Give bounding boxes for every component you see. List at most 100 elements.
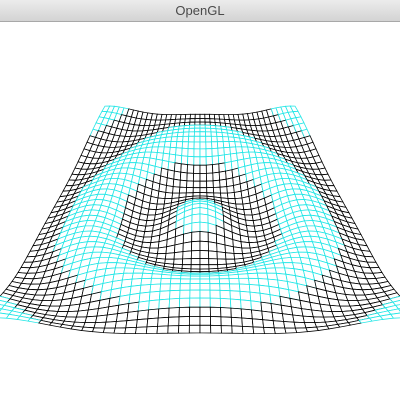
mesh-cell [179,283,191,291]
mesh-cell [135,326,148,335]
mesh-cell [168,307,180,318]
mesh-cell [188,131,195,137]
mesh-cell [147,208,157,216]
mesh-cell [114,262,127,269]
mesh-cell [164,252,175,260]
mesh-cell [199,240,209,252]
mesh-cell [160,273,172,280]
mesh-cell [104,321,117,329]
mesh-cell [145,325,159,334]
mesh-cell [185,187,194,194]
mesh-cell [175,147,183,157]
mesh-cell [159,283,171,292]
mesh-cell [181,147,189,157]
mesh-cell [220,316,233,327]
mesh-cell [315,325,330,331]
mesh-cell [182,250,192,260]
mesh-cell [240,299,252,311]
mesh-cell [229,283,241,292]
mesh-cell [230,316,243,327]
mesh-cell [189,275,201,280]
mesh-cell [105,313,119,323]
mesh-cell [216,251,227,260]
mesh-cell [240,241,251,249]
mesh-cell [216,242,226,254]
mesh-cell [193,141,201,150]
mesh-cell [209,283,221,291]
mesh-cell [216,258,227,266]
mesh-cell [199,231,209,243]
mesh-cell [205,135,213,143]
mesh-cell [174,154,183,165]
mesh-cell [179,179,188,188]
mesh-cell [190,264,201,270]
mesh-cell [284,327,298,334]
mesh-cell [143,230,154,238]
mesh-cell [113,327,127,334]
mesh-cell [251,309,264,321]
mesh-cell [150,277,162,285]
mesh-cell [205,172,214,182]
mesh-cell [81,326,95,333]
mesh-cell [165,185,174,194]
opengl-window: OpenGL [0,0,400,400]
mesh-cell [126,310,139,322]
mesh-cell [193,164,201,175]
mesh-cell [158,290,171,301]
mesh-cell [199,283,211,291]
mesh-cell [212,186,221,194]
ripple-wave-mesh [0,105,400,335]
mesh-cell [168,297,181,309]
mesh-cell [186,172,195,182]
mesh-cell [231,325,244,334]
mesh-cell [209,306,222,318]
mesh-cell [193,148,201,158]
mesh-cell [157,190,167,200]
mesh-cell [205,141,213,150]
mesh-cell [219,178,228,188]
mesh-cell [157,307,170,319]
mesh-cell [189,289,201,299]
mesh-cell [179,289,191,299]
mesh-cell [178,316,190,327]
mesh-cell [199,213,209,224]
mesh-cell [189,306,201,317]
mesh-cell [305,326,319,333]
mesh-cell [70,325,85,331]
mesh-cell [191,221,201,233]
mesh-cell [199,180,208,189]
mesh-cell [187,141,195,150]
mesh-cell [163,141,172,148]
mesh-cell [114,320,128,329]
mesh-cell [199,289,211,299]
mesh-cell [199,250,210,260]
mesh-cell [209,297,222,308]
mesh-cell [273,262,286,269]
mesh-cell [176,131,184,138]
title-bar[interactable]: OpenGL [0,0,400,22]
mesh-cell [178,186,188,194]
mesh-cell [180,155,189,166]
mesh-cell [169,289,181,300]
mesh-cell [178,324,190,334]
mesh-cell [170,136,178,143]
mesh-cell [210,135,218,143]
mesh-cell [224,244,235,254]
mesh-cell [228,277,240,285]
mesh-cell [175,141,184,149]
mesh-cell [102,327,116,334]
mesh-cell [208,258,219,266]
mesh-cell [167,316,180,327]
mesh-cell [192,187,201,194]
mesh-cell [209,289,221,299]
mesh-cell [194,113,201,120]
mesh-cell [176,135,184,143]
mesh-cell [209,278,221,285]
mesh-cell [91,327,106,334]
mesh-cell [169,278,182,285]
mesh-cell [226,192,236,200]
mesh-cell [273,327,287,334]
opengl-viewport[interactable] [0,22,400,400]
mesh-cell [182,135,190,143]
mesh-cell [182,231,193,244]
